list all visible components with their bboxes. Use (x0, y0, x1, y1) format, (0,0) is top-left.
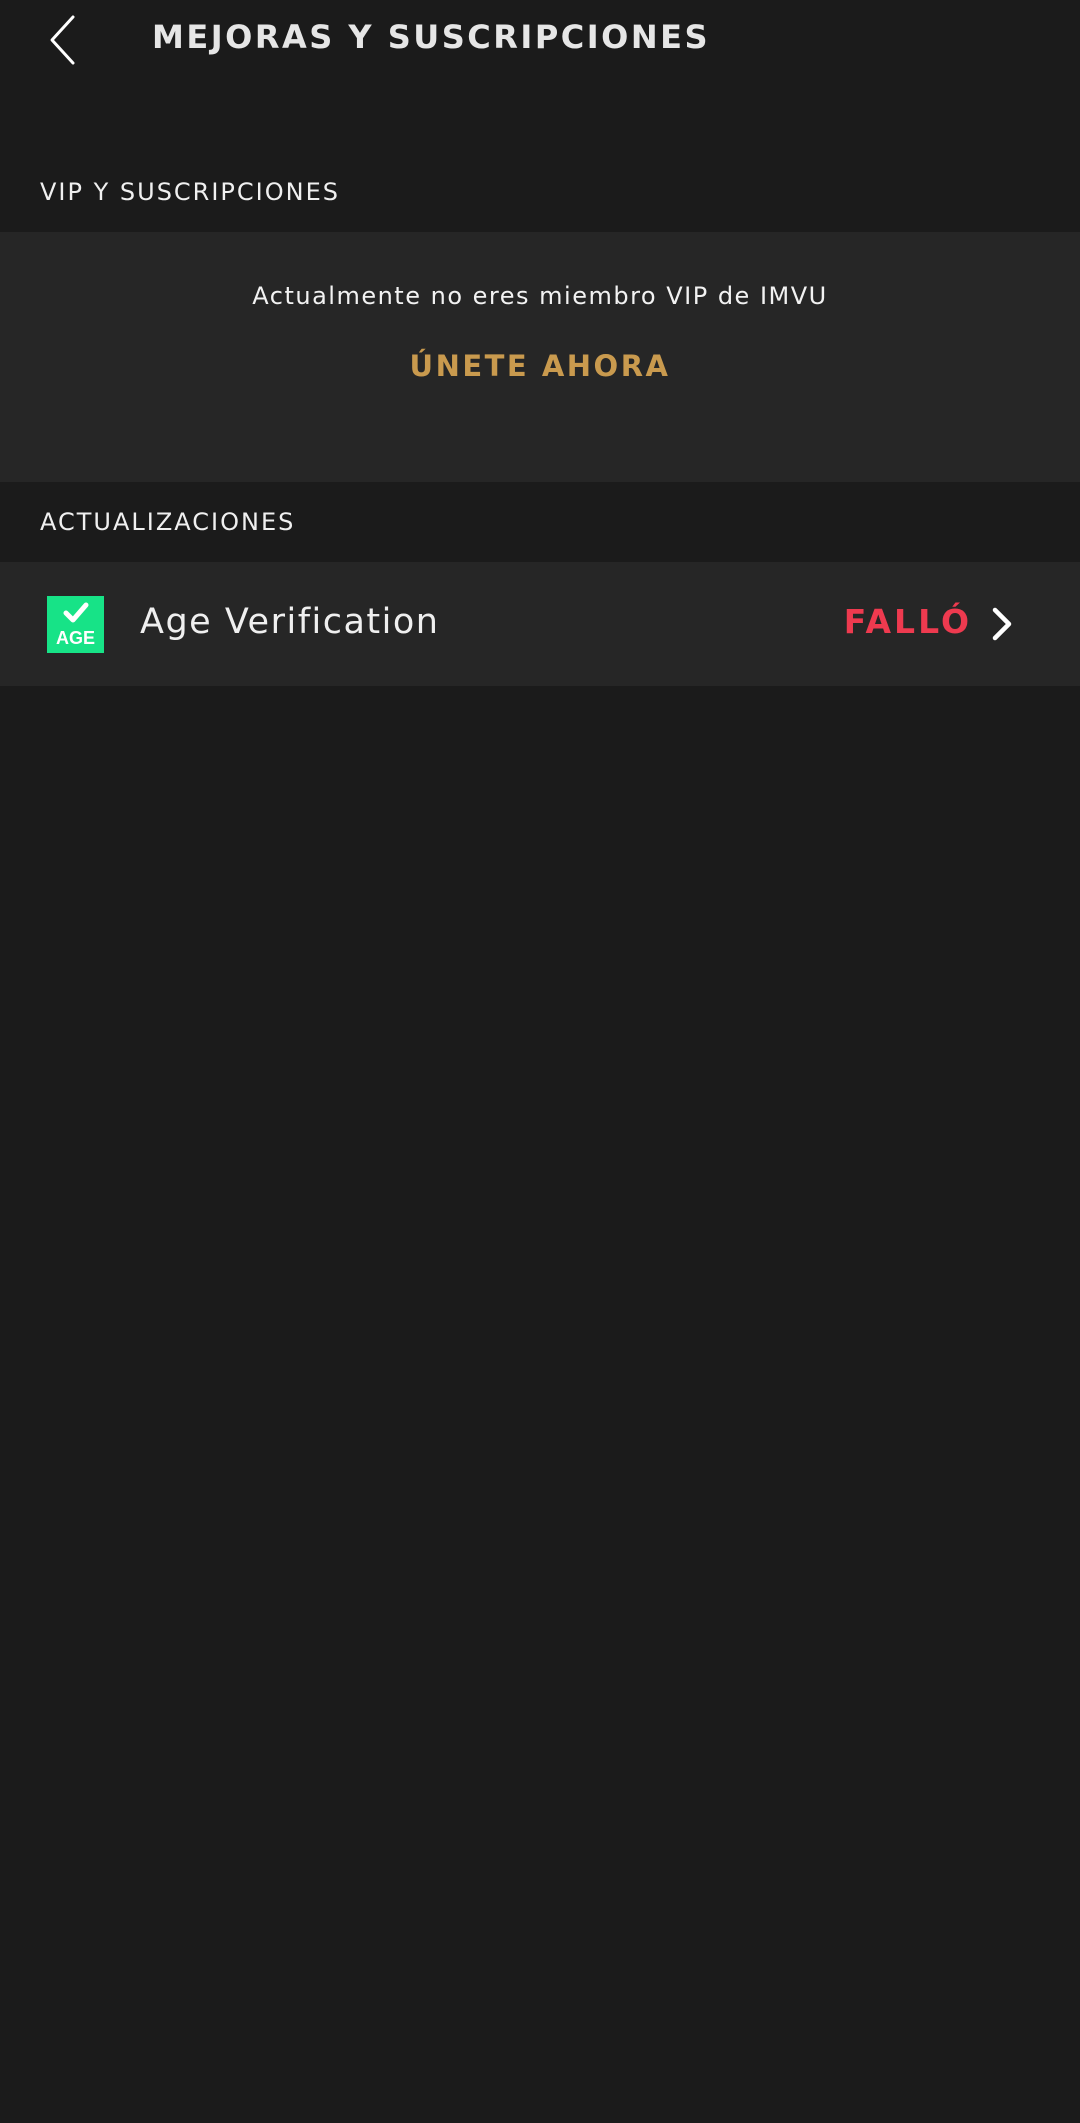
join-now-button[interactable]: ÚNETE AHORA (390, 342, 690, 390)
chevron-left-icon (40, 10, 86, 70)
chevron-right-icon (990, 606, 1014, 642)
vip-status-text: Actualmente no eres miembro VIP de IMVU (252, 282, 828, 310)
section-label-updates: ACTUALIZACIONES (40, 508, 296, 536)
section-label-vip: VIP Y SUSCRIPCIONES (40, 178, 340, 206)
age-icon-text: AGE (56, 628, 95, 648)
age-verification-icon: AGE (47, 596, 104, 653)
list-item-age-verification[interactable]: AGE Age Verification FALLÓ (0, 562, 1080, 686)
list-item-label: Age Verification (140, 602, 440, 642)
status-badge: FALLÓ (843, 602, 972, 641)
back-button[interactable] (40, 10, 86, 70)
page-title: MEJORAS Y SUSCRIPCIONES (152, 18, 711, 56)
vip-card: Actualmente no eres miembro VIP de IMVU … (0, 232, 1080, 482)
header: MEJORAS Y SUSCRIPCIONES (0, 0, 1080, 80)
